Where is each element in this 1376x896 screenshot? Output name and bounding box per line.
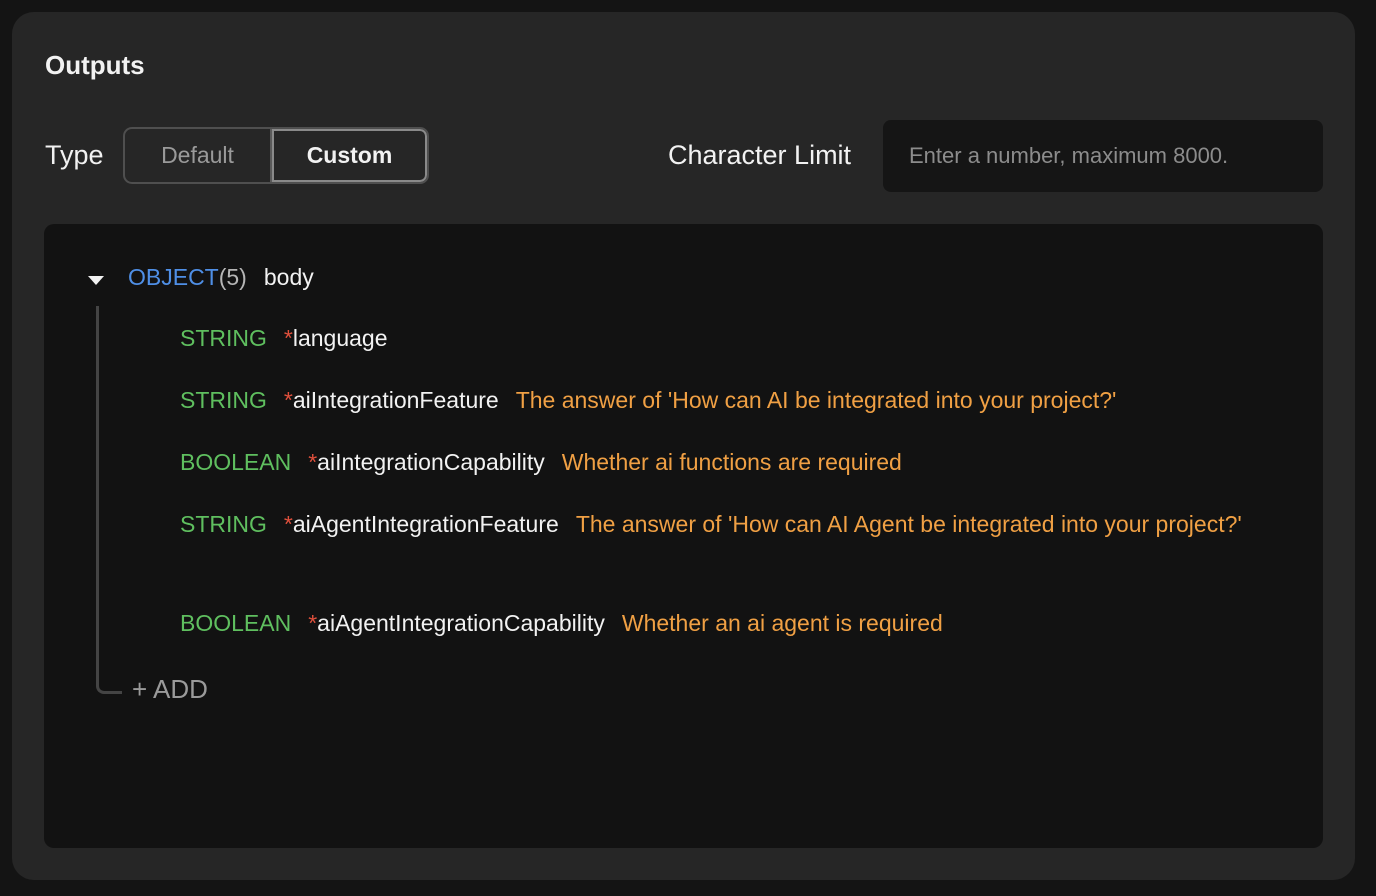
schema-field-row[interactable]: BOOLEAN * aiAgentIntegrationCapability W…	[180, 605, 943, 642]
schema-editor: OBJECT (5) body STRING * language STRING…	[44, 224, 1323, 848]
field-name: language	[292, 325, 388, 351]
field-type: STRING	[180, 511, 267, 537]
schema-field-row[interactable]: STRING * aiAgentIntegrationFeature The a…	[180, 506, 1280, 543]
field-description: Whether an ai agent is required	[621, 610, 943, 636]
schema-root-row[interactable]: OBJECT (5) body	[88, 264, 314, 291]
type-label: Type	[45, 140, 104, 170]
required-mark: *	[283, 511, 293, 537]
root-field-count: (5)	[218, 264, 247, 290]
root-name: body	[263, 264, 314, 290]
required-mark: *	[308, 610, 318, 636]
tree-connector	[96, 306, 122, 694]
schema-field-row[interactable]: STRING * language	[180, 320, 388, 357]
required-mark: *	[283, 387, 293, 413]
field-name: aiIntegrationCapability	[317, 449, 545, 475]
type-segmented-control: Default Custom	[123, 127, 429, 184]
outputs-panel: Outputs Type Default Custom Character Li…	[12, 12, 1355, 880]
add-field-button[interactable]: + ADD	[132, 674, 208, 705]
type-option-default[interactable]: Default	[125, 129, 272, 182]
root-type: OBJECT	[128, 264, 219, 290]
schema-field-row[interactable]: STRING * aiIntegrationFeature The answer…	[180, 382, 1116, 419]
type-option-custom[interactable]: Custom	[272, 129, 427, 182]
field-name: aiAgentIntegrationCapability	[317, 610, 605, 636]
character-limit-input[interactable]	[883, 120, 1323, 192]
outputs-title: Outputs	[45, 50, 145, 80]
caret-down-icon[interactable]	[88, 276, 104, 285]
field-description: Whether ai functions are required	[561, 449, 902, 475]
field-type: STRING	[180, 325, 267, 351]
field-name: aiIntegrationFeature	[292, 387, 499, 413]
required-mark: *	[283, 325, 293, 351]
field-type: BOOLEAN	[180, 449, 292, 475]
field-description: The answer of 'How can AI be integrated …	[515, 387, 1117, 413]
field-type: STRING	[180, 387, 267, 413]
required-mark: *	[308, 449, 318, 475]
schema-field-row[interactable]: BOOLEAN * aiIntegrationCapability Whethe…	[180, 444, 902, 481]
field-type: BOOLEAN	[180, 610, 292, 636]
field-name: aiAgentIntegrationFeature	[292, 511, 559, 537]
field-description: The answer of 'How can AI Agent be integ…	[575, 511, 1242, 537]
character-limit-label: Character Limit	[668, 140, 852, 170]
